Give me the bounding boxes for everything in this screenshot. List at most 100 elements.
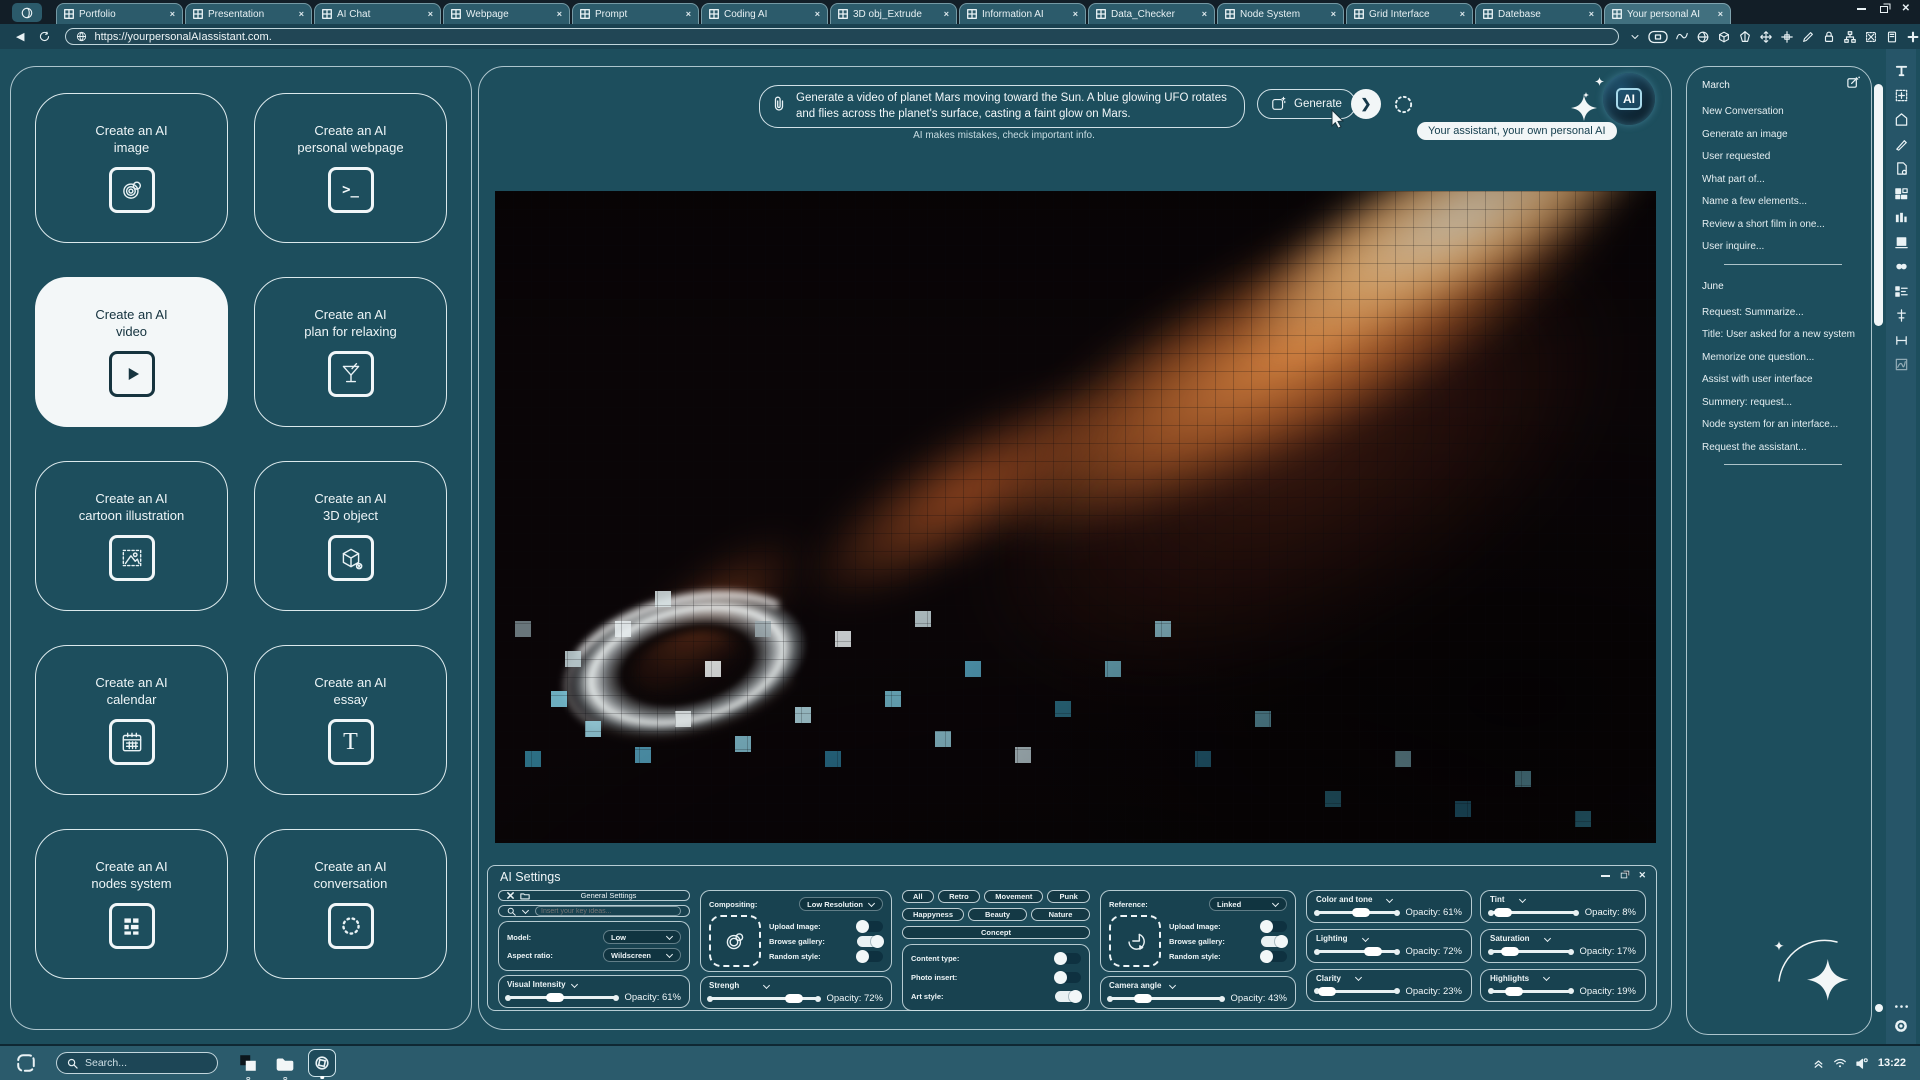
reference-random-toggle[interactable] [1261, 951, 1287, 962]
tab-3d-obj-extrude[interactable]: 3D obj_Extrude× [830, 3, 957, 24]
history-item[interactable]: Request the assistant... [1702, 442, 1863, 453]
chevron-down-icon[interactable] [1543, 975, 1550, 981]
tab-close-icon[interactable]: × [1718, 9, 1723, 19]
more-options-icon[interactable] [1894, 1004, 1909, 1009]
highlights-slider[interactable] [1490, 990, 1572, 993]
saturation-slider[interactable] [1490, 950, 1572, 953]
pentagon-tool-icon[interactable] [1894, 112, 1909, 127]
random-style-toggle[interactable] [857, 951, 883, 962]
tab-close-icon[interactable]: × [299, 9, 304, 19]
tab-close-icon[interactable]: × [557, 9, 562, 19]
model-select[interactable]: Low [603, 930, 681, 944]
reference-select[interactable]: Linked [1209, 897, 1287, 911]
start-button[interactable] [16, 1053, 36, 1073]
list-blocks-icon[interactable] [1894, 284, 1909, 299]
knife-tool-icon[interactable] [1894, 137, 1909, 152]
reference-browse-toggle[interactable] [1261, 936, 1287, 947]
history-item[interactable]: Review a short film in one... [1702, 219, 1863, 230]
card-create-ai-video[interactable]: Create an AIvideo [35, 277, 228, 427]
card-create-ai-cartoon-illustration[interactable]: Create an AIcartoon illustration [35, 461, 228, 611]
history-item[interactable]: Name a few elements... [1702, 196, 1863, 207]
history-item[interactable]: Assist with user interface [1702, 374, 1863, 385]
compositing-select[interactable]: Low Resolution [799, 897, 883, 911]
app-personal-ai-browser[interactable] [308, 1049, 336, 1077]
slider-handle[interactable] [1134, 994, 1152, 1003]
pen-tool-icon[interactable] [1801, 30, 1815, 44]
slider-handle[interactable] [1501, 947, 1519, 956]
history-item[interactable]: Node system for an interface... [1702, 419, 1863, 430]
history-item[interactable]: Request: Summarize... [1702, 307, 1863, 318]
move-tool-icon[interactable] [1759, 30, 1773, 44]
linked-circles-icon[interactable] [1894, 259, 1909, 274]
camera-angle-slider[interactable] [1109, 997, 1223, 1000]
settings-restore-button[interactable] [1621, 873, 1627, 879]
screenshot-tool-icon[interactable] [1648, 30, 1668, 44]
assistant-avatar[interactable]: AI [1603, 73, 1655, 125]
bounding-box-icon[interactable] [1864, 30, 1878, 44]
submit-arrow-button[interactable]: ❯ [1351, 89, 1381, 119]
slider-handle[interactable] [1364, 947, 1382, 956]
strength-slider[interactable] [709, 997, 819, 1000]
tag-concept[interactable]: Concept [902, 926, 1090, 939]
window-minimize-button[interactable] [1857, 8, 1866, 10]
chevron-down-icon[interactable] [1519, 897, 1526, 903]
curve-tool-icon[interactable] [1675, 30, 1689, 44]
browse-gallery-toggle[interactable] [857, 936, 883, 947]
lowpoly-tool-icon[interactable] [1738, 30, 1752, 44]
slider-handle[interactable] [1318, 987, 1336, 996]
tab-close-icon[interactable]: × [1073, 9, 1078, 19]
card-create-ai-3d-object[interactable]: Create an AI3D object [254, 461, 447, 611]
tab-data-checker[interactable]: Data_Checker× [1088, 3, 1215, 24]
attachment-paperclip-icon[interactable] [771, 95, 787, 113]
history-item[interactable]: Generate an image [1702, 129, 1863, 140]
reference-upload-toggle[interactable] [1261, 921, 1287, 932]
history-item[interactable]: Memorize one question... [1702, 352, 1863, 363]
volume-icon[interactable] [1855, 1057, 1870, 1070]
tab-grid-interface[interactable]: Grid Interface× [1346, 3, 1473, 24]
app-windows-stack[interactable] [234, 1049, 262, 1077]
taskbar-search[interactable] [56, 1052, 218, 1074]
chevron-down-icon[interactable] [1355, 975, 1362, 981]
tab-portfolio[interactable]: Portfolio× [56, 3, 183, 24]
new-chat-icon[interactable] [1846, 75, 1861, 90]
close-icon[interactable] [507, 892, 514, 899]
history-item[interactable]: New Conversation [1702, 106, 1863, 117]
slider-handle[interactable] [1505, 987, 1523, 996]
browser-logo[interactable] [12, 3, 42, 22]
transform-tool-icon[interactable] [1894, 88, 1909, 103]
clarity-slider[interactable] [1316, 990, 1398, 993]
tag-all[interactable]: All [902, 890, 934, 903]
tab-webpage[interactable]: Webpage× [443, 3, 570, 24]
chevron-down-icon[interactable] [1544, 936, 1551, 942]
key-ideas-search[interactable] [498, 905, 690, 917]
window-close-button[interactable]: ✕ [1902, 4, 1910, 14]
chevron-down-icon[interactable] [522, 908, 529, 914]
sphere-tool-icon[interactable] [1696, 30, 1710, 44]
chevron-down-icon[interactable] [1362, 936, 1369, 942]
lighting-slider[interactable] [1316, 950, 1398, 953]
frame-tool-icon[interactable] [1894, 235, 1909, 250]
text-tool-icon[interactable] [1894, 63, 1909, 78]
back-button[interactable]: ◀ [16, 30, 24, 43]
slider-handle[interactable] [785, 994, 803, 1003]
reference-preview-thumb[interactable] [1109, 915, 1161, 967]
chevron-down-icon[interactable] [1169, 983, 1176, 989]
wifi-icon[interactable] [1833, 1057, 1847, 1069]
card-create-ai-personal-webpage[interactable]: Create an AIpersonal webpage >_ [254, 93, 447, 243]
card-create-ai-image[interactable]: Create an AIimage [35, 93, 228, 243]
distribute-tool-icon[interactable] [1894, 308, 1909, 323]
card-create-ai-nodes-system[interactable]: Create an AInodes system [35, 829, 228, 979]
settings-close-button[interactable]: ✕ [1638, 871, 1646, 880]
key-ideas-input[interactable] [535, 906, 681, 916]
settings-minimize-button[interactable] [1601, 875, 1610, 877]
tab-node-system[interactable]: Node System× [1217, 3, 1344, 24]
add-tool-icon[interactable] [1906, 30, 1920, 44]
url-chevron-down-icon[interactable] [1629, 31, 1641, 43]
tag-retro[interactable]: Retro [938, 890, 981, 903]
tab-presentation[interactable]: Presentation× [185, 3, 312, 24]
tray-expand-icon[interactable] [1812, 1057, 1825, 1070]
line-chart-icon[interactable] [1894, 357, 1909, 372]
page-tool-icon[interactable] [1885, 30, 1899, 44]
card-create-ai-conversation[interactable]: Create an AIconversation [254, 829, 447, 979]
tag-movement[interactable]: Movement [984, 890, 1043, 903]
